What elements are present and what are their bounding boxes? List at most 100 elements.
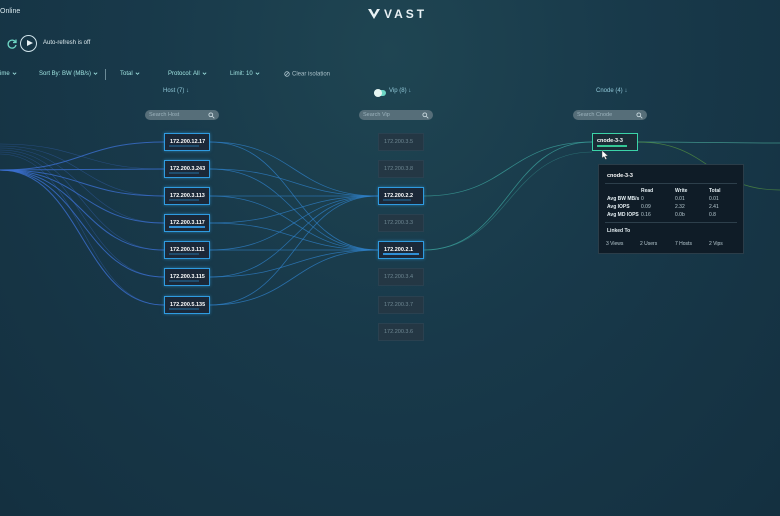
cnode-node[interactable]: cnode-3-3	[592, 133, 638, 151]
vip-node[interactable]: 172.200.3.3	[378, 214, 424, 232]
vip-node[interactable]: 172.200.2.2	[378, 187, 424, 205]
link-line	[209, 195, 379, 251]
host-node[interactable]: 172.200.5.135	[164, 296, 210, 314]
clear-isolation-label: Clear isolation	[292, 71, 331, 78]
vip-node[interactable]: 172.200.3.6	[378, 323, 424, 341]
host-bw-bar	[169, 308, 199, 310]
cnode-tooltip: cnode-3-3 Read Write Total Avg BW MB/s 0…	[598, 164, 744, 254]
host-node[interactable]: 172.200.3.243	[164, 160, 210, 178]
cnode-search-placeholder: Search Cnode	[577, 112, 613, 118]
vip-node[interactable]: 172.200.2.1	[378, 241, 424, 259]
vip-header-label: Vip (8)	[389, 88, 407, 94]
host-node[interactable]: 172.200.3.113	[164, 187, 210, 205]
host-header-label: Host (7)	[163, 88, 185, 94]
linked-hosts[interactable]: 7 Hosts	[675, 241, 692, 247]
cnode-header-label: Cnode (4)	[596, 88, 623, 94]
search-icon	[422, 111, 429, 119]
host-node[interactable]: 172.200.3.111	[164, 241, 210, 259]
tooltip-value: 2.41	[709, 204, 719, 210]
link-line	[0, 169, 165, 306]
link-line	[0, 169, 165, 224]
mouse-cursor-icon	[601, 150, 609, 160]
refresh-icon[interactable]	[6, 38, 18, 50]
vip-node[interactable]: 172.200.3.5	[378, 133, 424, 151]
clear-isolation-button[interactable]: Clear isolation	[284, 71, 330, 78]
time-filter[interactable]: ime	[0, 71, 17, 77]
linked-vips[interactable]: 2 Vips	[709, 241, 723, 247]
protocol-filter-label: Protocol: All	[168, 71, 200, 78]
tooltip-value: 0.8	[709, 212, 716, 218]
vip-label: 172.200.3.8	[384, 166, 414, 172]
tooltip-divider	[605, 222, 737, 223]
cnode-label: cnode-3-3	[597, 138, 623, 144]
tooltip-row-label: Avg BW MB/s	[607, 196, 640, 202]
cnode-bw-bar	[597, 145, 627, 147]
link-line	[423, 141, 593, 251]
tooltip-row-label: Avg IOPS	[607, 204, 630, 210]
play-button[interactable]	[20, 35, 37, 52]
host-search-input[interactable]: Search Host	[145, 110, 219, 120]
linked-views[interactable]: 3 Views	[606, 241, 623, 247]
link-line	[209, 141, 379, 197]
tooltip-value: 0.01	[675, 196, 685, 202]
search-icon	[636, 111, 643, 119]
vip-label: 172.200.3.5	[384, 139, 414, 145]
vip-column-header[interactable]: Vip (8) ↓	[389, 88, 411, 94]
link-line	[423, 141, 593, 197]
vip-label: 172.200.3.4	[384, 274, 414, 280]
tooltip-header-read: Read	[641, 188, 654, 194]
logo-text: VAST	[384, 7, 428, 21]
link-line	[209, 168, 379, 197]
link-line	[0, 169, 165, 278]
vip-bw-bar	[383, 253, 419, 255]
link-line	[0, 149, 165, 251]
vip-node[interactable]: 172.200.3.8	[378, 160, 424, 178]
vip-toggle[interactable]	[374, 89, 386, 97]
vip-bw-bar	[383, 199, 411, 201]
link-line	[423, 151, 593, 251]
chevron-down-icon	[12, 72, 17, 75]
cnode-column-header[interactable]: Cnode (4) ↓	[596, 88, 627, 94]
total-filter-label: Total	[120, 71, 133, 78]
protocol-filter[interactable]: Protocol: All	[168, 71, 207, 77]
tooltip-value: 0.01	[709, 196, 719, 202]
host-column-header[interactable]: Host (7) ↓	[163, 88, 189, 94]
logo-mark-icon	[368, 9, 380, 19]
host-bw-bar	[169, 172, 199, 174]
tooltip-divider	[605, 183, 737, 184]
limit-filter[interactable]: Limit: 10	[230, 71, 260, 77]
tooltip-header-write: Write	[675, 188, 688, 194]
filter-divider	[105, 69, 106, 80]
search-icon	[208, 111, 215, 119]
host-bw-bar	[169, 253, 199, 255]
chevron-down-icon	[202, 72, 207, 75]
vip-label: 172.200.3.3	[384, 220, 414, 226]
vip-node[interactable]: 172.200.3.4	[378, 268, 424, 286]
auto-refresh-label: Auto-refresh is off	[43, 40, 91, 46]
sort-filter-label: Sort By: BW (MB/s)	[39, 71, 92, 78]
host-node[interactable]: 172.200.3.115	[164, 268, 210, 286]
tooltip-row-label: Avg MD IOPS	[607, 212, 639, 218]
sort-arrow-icon: ↓	[186, 88, 190, 94]
host-node[interactable]: 172.200.12.17	[164, 133, 210, 151]
tooltip-value: 0.0b	[675, 212, 685, 218]
vip-label: 172.200.3.7	[384, 302, 414, 308]
link-line	[0, 141, 165, 171]
cnode-search-input[interactable]: Search Cnode	[573, 110, 647, 120]
vip-label: 172.200.3.6	[384, 329, 414, 335]
link-line	[637, 141, 780, 144]
host-bw-bar	[169, 280, 199, 282]
host-bw-bar	[169, 145, 199, 147]
limit-filter-label: Limit: 10	[230, 71, 253, 78]
link-line	[209, 249, 379, 278]
tooltip-value: 0	[641, 196, 644, 202]
total-filter[interactable]: Total	[120, 71, 140, 77]
vip-search-input[interactable]: Search Vip	[359, 110, 433, 120]
host-node[interactable]: 172.200.3.117	[164, 214, 210, 232]
clear-icon	[284, 71, 290, 77]
linked-users[interactable]: 2 Users	[640, 241, 657, 247]
link-line	[209, 195, 379, 278]
link-line	[0, 153, 165, 306]
sort-filter[interactable]: Sort By: BW (MB/s)	[39, 71, 98, 77]
vip-node[interactable]: 172.200.3.7	[378, 296, 424, 314]
